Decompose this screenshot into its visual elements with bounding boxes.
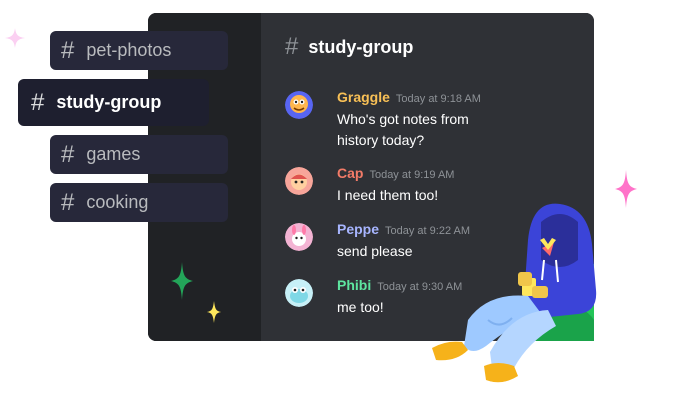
channel-label: study-group — [56, 92, 162, 112]
channel-header: # study-group — [285, 35, 413, 59]
channel-title: study-group — [308, 36, 414, 57]
channel-label: games — [86, 144, 141, 164]
message-item: Graggle Today at 9:18 AM Who's got notes… — [285, 89, 481, 151]
hash-icon: # — [285, 33, 299, 60]
avatar-phibi — [285, 279, 313, 307]
message-timestamp: Today at 9:19 AM — [369, 169, 455, 181]
message-author[interactable]: Phibi — [337, 277, 371, 293]
hash-icon: # — [61, 36, 75, 64]
message-author[interactable]: Cap — [337, 165, 363, 181]
channel-label: pet-photos — [86, 40, 172, 60]
avatar-cap — [285, 167, 313, 195]
hash-icon: # — [61, 188, 75, 216]
avatar-peppe — [285, 223, 313, 251]
sparkle-green-icon — [171, 262, 193, 300]
message-timestamp: Today at 9:18 AM — [395, 93, 481, 105]
channel-label: cooking — [86, 192, 149, 212]
message-text: Who's got notes from history today? — [337, 111, 469, 148]
message-author[interactable]: Peppe — [337, 221, 379, 237]
channel-item-games[interactable]: # games — [50, 135, 228, 174]
message-author[interactable]: Graggle — [337, 89, 390, 105]
channel-item-cooking[interactable]: # cooking — [50, 183, 228, 222]
hash-icon: # — [31, 88, 45, 116]
character-illustration — [432, 203, 597, 383]
sparkle-pink-icon — [615, 170, 637, 208]
channel-item-pet-photos[interactable]: # pet-photos — [50, 31, 228, 70]
sparkle-yellow-icon — [207, 301, 221, 323]
sparkle-pink-small-icon — [5, 28, 25, 48]
hash-icon: # — [61, 140, 75, 168]
channel-item-study-group[interactable]: # study-group — [18, 79, 209, 126]
avatar-graggle — [285, 91, 313, 119]
